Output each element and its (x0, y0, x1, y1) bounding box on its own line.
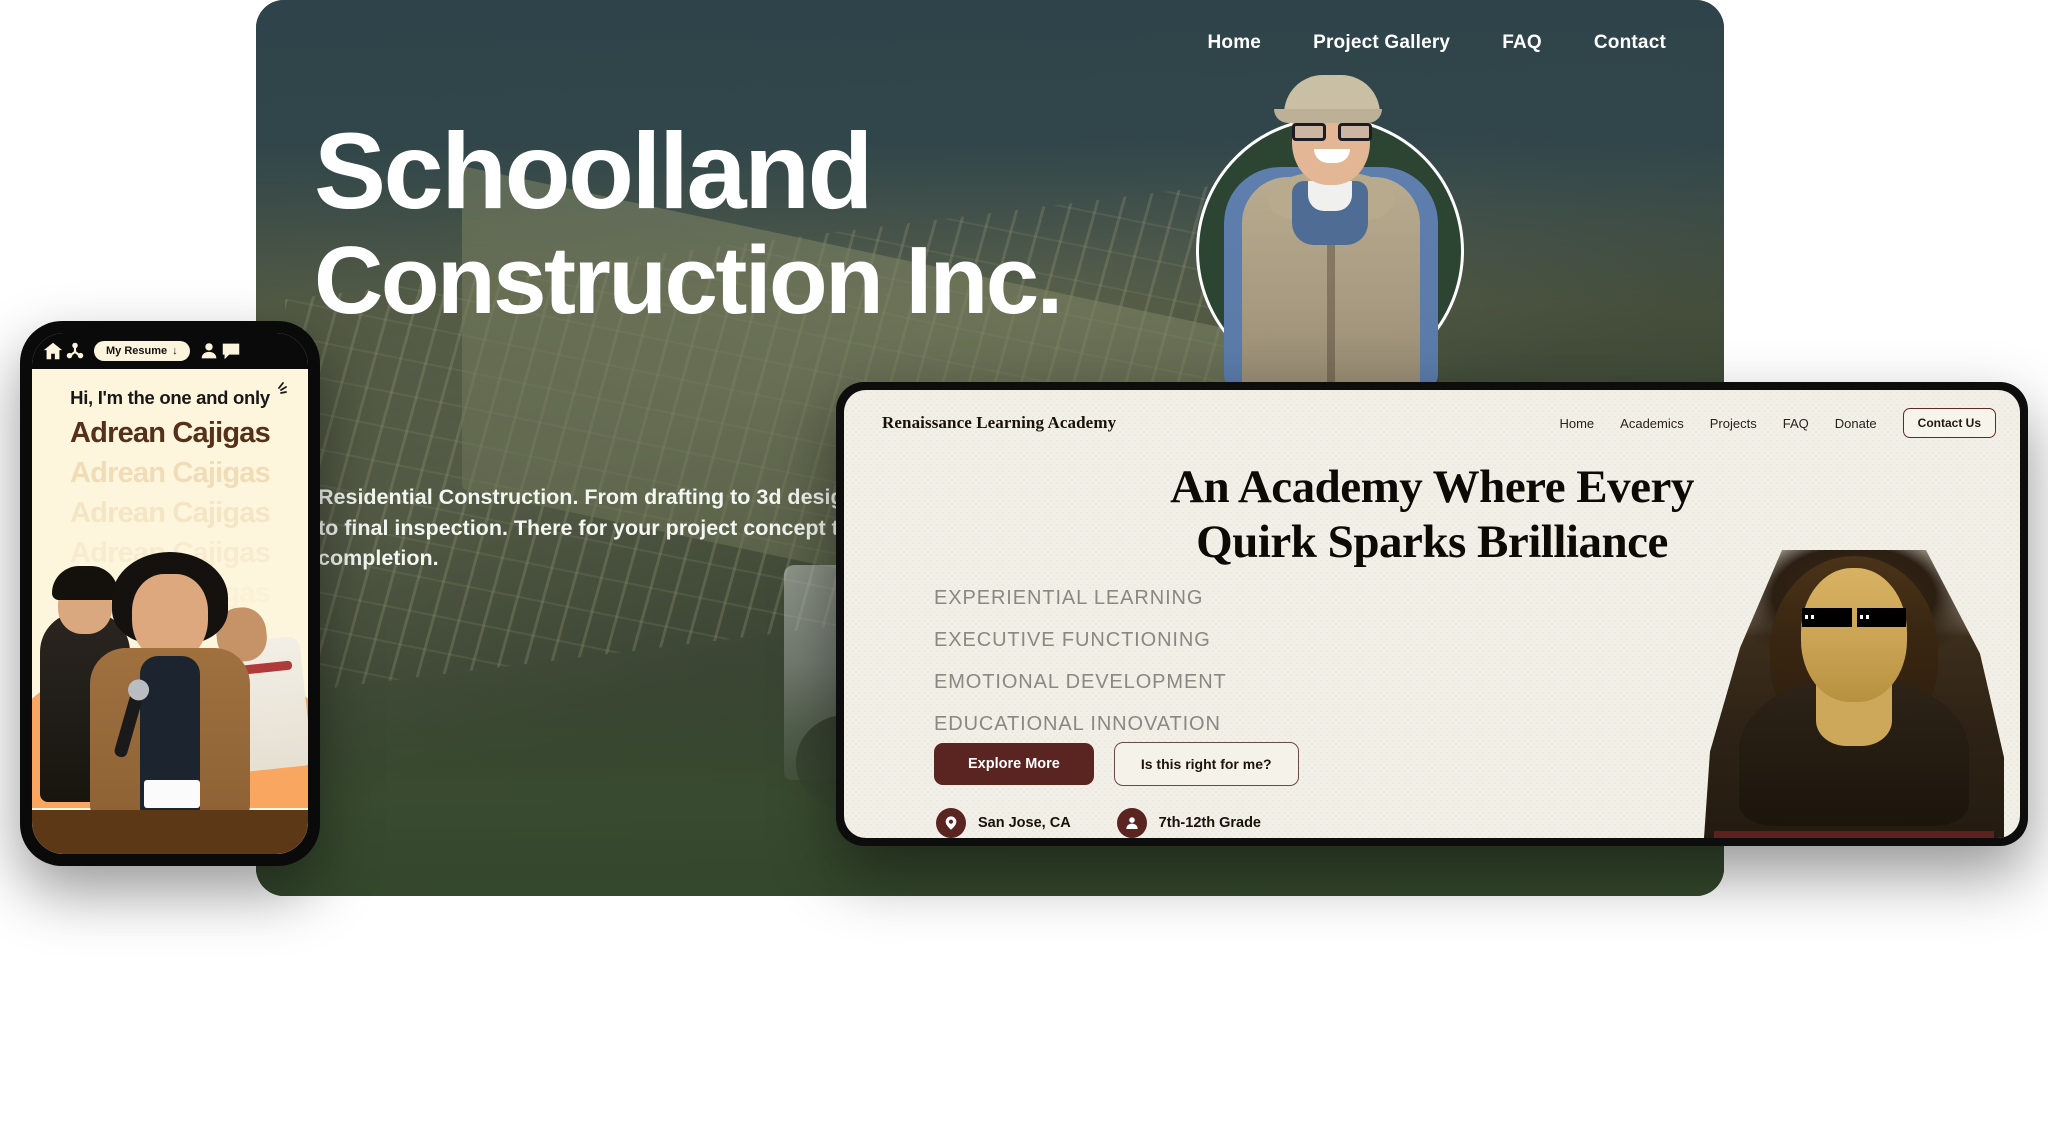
hero-subtitle: Residential Construction. From drafting … (318, 485, 857, 571)
phone-screen: My Resume ↓ Hi, I'm the one and only Adr… (32, 333, 308, 854)
person-icon[interactable] (198, 340, 220, 362)
contact-us-button[interactable]: Contact Us (1902, 408, 1996, 438)
academy-screen: Renaissance Learning Academy Home Academ… (844, 390, 2020, 838)
phone-footer-bar (32, 810, 308, 854)
academy-navigation: Home Academics Projects FAQ Donate Conta… (1559, 408, 1996, 438)
academy-nav-donate[interactable]: Donate (1835, 416, 1877, 431)
share-network-icon[interactable] (64, 340, 86, 362)
mona-face (1801, 568, 1907, 702)
name-badge (144, 780, 200, 808)
academy-feature-list: EXPERIENTIAL LEARNING EXECUTIVE FUNCTION… (934, 587, 1227, 755)
hero-title-line1: Schoolland (314, 110, 874, 231)
academy-cta-group: Explore More Is this right for me? (934, 742, 1299, 786)
sunglasses-icon (1802, 608, 1906, 627)
phone-mockup: My Resume ↓ Hi, I'm the one and only Adr… (20, 321, 320, 866)
academy-brand-logo: Renaissance Learning Academy (882, 413, 1117, 432)
mona-lisa-artwork (1704, 550, 2004, 838)
glasses-icon (1290, 123, 1374, 141)
grade-meta: 7th-12th Grade (1116, 808, 1262, 838)
feature-item: EXPERIENTIAL LEARNING (934, 587, 1204, 609)
sparkle-icon (278, 382, 287, 394)
hero-title: Schoolland Construction Inc. (314, 110, 1063, 334)
portrait-undershirt (1292, 181, 1368, 245)
mona-bottom-bar (1714, 831, 1994, 838)
my-resume-button[interactable]: My Resume ↓ (94, 341, 190, 361)
portrait-cap (1274, 75, 1382, 123)
my-resume-label: My Resume (106, 345, 168, 357)
main-person-photo (86, 552, 254, 818)
academy-header: Renaissance Learning Academy Home Academ… (844, 390, 2020, 438)
feature-item: EDUCATIONAL INNOVATION (934, 713, 1221, 735)
phone-name-heading: Adrean Cajigas (70, 417, 271, 449)
phone-greeting: Hi, I'm the one and only (70, 387, 270, 408)
download-arrow-icon: ↓ (172, 345, 178, 357)
academy-nav-home[interactable]: Home (1559, 416, 1594, 431)
grade-label: 7th-12th Grade (1158, 815, 1262, 831)
academy-nav-projects[interactable]: Projects (1710, 416, 1757, 431)
contractor-portrait (1196, 45, 1466, 391)
nav-item-contact[interactable]: Contact (1586, 26, 1674, 60)
location-meta: San Jose, CA (936, 808, 1071, 838)
nav-item-faq[interactable]: FAQ (1494, 26, 1550, 60)
phone-content: Hi, I'm the one and only Adrean Cajigas … (32, 369, 308, 854)
academy-nav-academics[interactable]: Academics (1620, 416, 1684, 431)
academy-site-card: Renaissance Learning Academy Home Academ… (836, 382, 2028, 846)
home-icon[interactable] (42, 340, 64, 362)
map-pin-icon (936, 808, 966, 838)
is-this-right-for-me-button[interactable]: Is this right for me? (1113, 742, 1299, 786)
chat-bubble-icon[interactable] (220, 340, 242, 362)
phone-name-echo-1: Adrean Cajigas (70, 457, 271, 489)
feature-item: EXECUTIVE FUNCTIONING (934, 629, 1211, 651)
academy-headline-line1: An Academy Where Every (1170, 461, 1694, 513)
hero-title-line2: Construction Inc. (314, 226, 1063, 334)
location-label: San Jose, CA (978, 815, 1071, 831)
person-icon (1116, 808, 1147, 838)
phone-name-echo-2: Adrean Cajigas (70, 497, 271, 529)
academy-nav-faq[interactable]: FAQ (1783, 416, 1809, 431)
feature-item: EMOTIONAL DEVELOPMENT (934, 671, 1227, 693)
explore-more-button[interactable]: Explore More (934, 743, 1094, 785)
academy-meta-group: San Jose, CA 7th-12th Grade (936, 808, 1261, 838)
phone-toolbar: My Resume ↓ (32, 333, 308, 369)
screenshot-stage: Home Project Gallery FAQ Contact Schooll… (0, 0, 2048, 1146)
